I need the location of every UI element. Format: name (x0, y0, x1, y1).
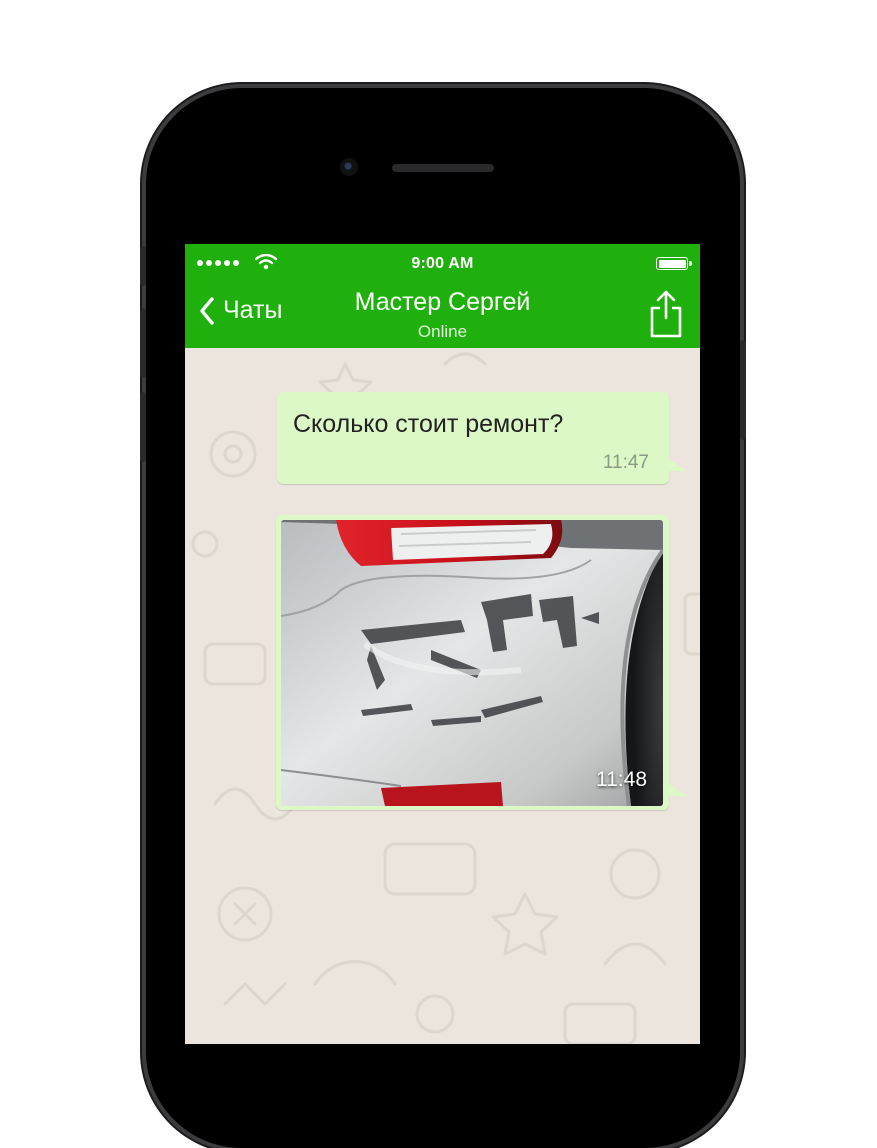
chat-screen: 9:00 AM Чаты Мастер Сергей Online Скольк… (185, 244, 700, 1044)
battery-full-icon (656, 257, 692, 270)
bubble-tail (669, 784, 687, 796)
earpiece-speaker (392, 164, 494, 172)
bubble-tail (669, 459, 687, 471)
message-time: 11:47 (602, 452, 649, 473)
damaged-car-bumper-photo[interactable]: 11:48 (281, 520, 663, 806)
status-time: 9:00 AM (411, 255, 474, 272)
message-time: 11:48 (596, 768, 647, 791)
volume-down-button (140, 392, 146, 462)
volume-up-button (140, 308, 146, 378)
contact-name[interactable]: Мастер Сергей (185, 288, 700, 317)
power-button (740, 340, 746, 440)
front-camera (340, 158, 358, 176)
share-icon (650, 290, 682, 338)
message-text: Сколько стоит ремонт? (293, 410, 564, 438)
outgoing-photo-message[interactable]: 11:48 (276, 515, 669, 810)
mute-switch (140, 246, 146, 286)
outgoing-message-bubble[interactable]: Сколько стоит ремонт? 11:47 (277, 392, 669, 484)
share-button[interactable] (648, 290, 684, 343)
contact-status: Online (417, 322, 468, 341)
chat-header: 9:00 AM Чаты Мастер Сергей Online (185, 244, 700, 348)
status-bar: 9:00 AM (185, 244, 700, 282)
